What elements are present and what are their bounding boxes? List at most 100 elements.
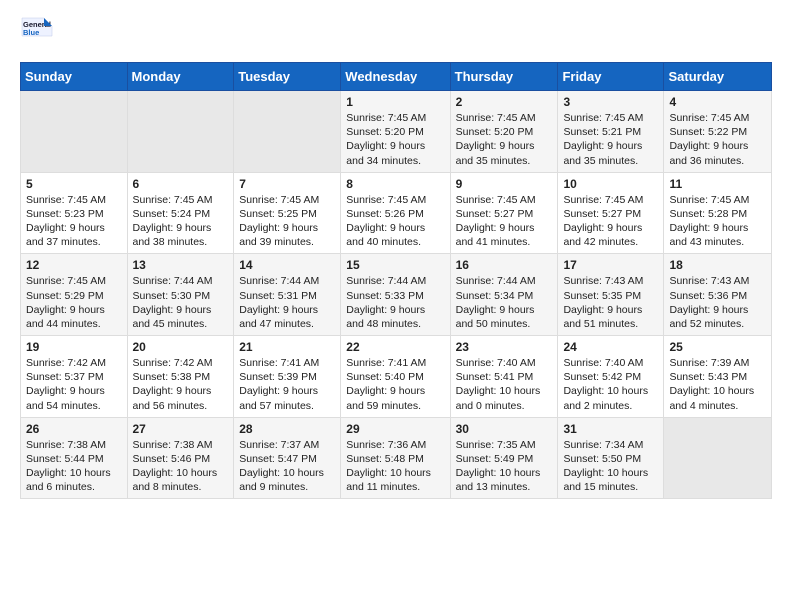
- day-cell: 12 Sunrise: 7:45 AM Sunset: 5:29 PM Dayli…: [21, 254, 128, 336]
- week-row-3: 12 Sunrise: 7:45 AM Sunset: 5:29 PM Dayli…: [21, 254, 772, 336]
- day-cell: 9 Sunrise: 7:45 AM Sunset: 5:27 PM Daylig…: [450, 172, 558, 254]
- day-info: Sunrise: 7:41 AM Sunset: 5:40 PM Dayligh…: [346, 356, 444, 413]
- day-info: Sunrise: 7:39 AM Sunset: 5:43 PM Dayligh…: [669, 356, 766, 413]
- header-cell-thursday: Thursday: [450, 63, 558, 91]
- day-number: 11: [669, 177, 766, 191]
- day-number: 3: [563, 95, 658, 109]
- day-number: 6: [133, 177, 229, 191]
- day-cell: [127, 91, 234, 173]
- day-info: Sunrise: 7:44 AM Sunset: 5:34 PM Dayligh…: [456, 274, 553, 331]
- day-cell: [234, 91, 341, 173]
- logo-svg: General Blue: [20, 16, 56, 52]
- day-info: Sunrise: 7:45 AM Sunset: 5:26 PM Dayligh…: [346, 193, 444, 250]
- day-info: Sunrise: 7:36 AM Sunset: 5:48 PM Dayligh…: [346, 438, 444, 495]
- header-cell-wednesday: Wednesday: [341, 63, 450, 91]
- calendar-table: SundayMondayTuesdayWednesdayThursdayFrid…: [20, 62, 772, 499]
- day-info: Sunrise: 7:38 AM Sunset: 5:44 PM Dayligh…: [26, 438, 122, 495]
- day-number: 20: [133, 340, 229, 354]
- day-number: 8: [346, 177, 444, 191]
- day-number: 23: [456, 340, 553, 354]
- day-number: 16: [456, 258, 553, 272]
- day-info: Sunrise: 7:45 AM Sunset: 5:21 PM Dayligh…: [563, 111, 658, 168]
- day-info: Sunrise: 7:43 AM Sunset: 5:36 PM Dayligh…: [669, 274, 766, 331]
- day-number: 18: [669, 258, 766, 272]
- day-cell: 11 Sunrise: 7:45 AM Sunset: 5:28 PM Dayli…: [664, 172, 772, 254]
- day-cell: 6 Sunrise: 7:45 AM Sunset: 5:24 PM Daylig…: [127, 172, 234, 254]
- day-cell: 29 Sunrise: 7:36 AM Sunset: 5:48 PM Dayli…: [341, 417, 450, 499]
- day-info: Sunrise: 7:45 AM Sunset: 5:20 PM Dayligh…: [346, 111, 444, 168]
- day-cell: 2 Sunrise: 7:45 AM Sunset: 5:20 PM Daylig…: [450, 91, 558, 173]
- day-info: Sunrise: 7:45 AM Sunset: 5:24 PM Dayligh…: [133, 193, 229, 250]
- day-number: 28: [239, 422, 335, 436]
- day-number: 12: [26, 258, 122, 272]
- header-cell-monday: Monday: [127, 63, 234, 91]
- day-number: 21: [239, 340, 335, 354]
- week-row-1: 1 Sunrise: 7:45 AM Sunset: 5:20 PM Daylig…: [21, 91, 772, 173]
- day-number: 30: [456, 422, 553, 436]
- day-number: 5: [26, 177, 122, 191]
- page: General Blue SundayMondayTuesdayWednesda…: [0, 0, 792, 519]
- day-number: 7: [239, 177, 335, 191]
- svg-text:Blue: Blue: [23, 28, 39, 37]
- day-number: 2: [456, 95, 553, 109]
- day-info: Sunrise: 7:45 AM Sunset: 5:23 PM Dayligh…: [26, 193, 122, 250]
- day-number: 14: [239, 258, 335, 272]
- day-cell: 18 Sunrise: 7:43 AM Sunset: 5:36 PM Dayli…: [664, 254, 772, 336]
- day-cell: 17 Sunrise: 7:43 AM Sunset: 5:35 PM Dayli…: [558, 254, 664, 336]
- day-info: Sunrise: 7:38 AM Sunset: 5:46 PM Dayligh…: [133, 438, 229, 495]
- day-info: Sunrise: 7:45 AM Sunset: 5:22 PM Dayligh…: [669, 111, 766, 168]
- day-number: 22: [346, 340, 444, 354]
- day-cell: 13 Sunrise: 7:44 AM Sunset: 5:30 PM Dayli…: [127, 254, 234, 336]
- week-row-2: 5 Sunrise: 7:45 AM Sunset: 5:23 PM Daylig…: [21, 172, 772, 254]
- day-cell: 10Sunrise: 7:45 AM Sunset: 5:27 PM Dayli…: [558, 172, 664, 254]
- day-number: 29: [346, 422, 444, 436]
- day-info: Sunrise: 7:40 AM Sunset: 5:41 PM Dayligh…: [456, 356, 553, 413]
- day-cell: 25 Sunrise: 7:39 AM Sunset: 5:43 PM Dayli…: [664, 336, 772, 418]
- day-info: Sunrise: 7:41 AM Sunset: 5:39 PM Dayligh…: [239, 356, 335, 413]
- day-number: 9: [456, 177, 553, 191]
- day-info: Sunrise: 7:34 AM Sunset: 5:50 PM Dayligh…: [563, 438, 658, 495]
- day-cell: [664, 417, 772, 499]
- day-info: Sunrise: 7:44 AM Sunset: 5:33 PM Dayligh…: [346, 274, 444, 331]
- day-info: Sunrise: 7:45 AM Sunset: 5:27 PM Dayligh…: [456, 193, 553, 250]
- day-info: Sunrise: 7:44 AM Sunset: 5:30 PM Dayligh…: [133, 274, 229, 331]
- day-number: 31: [563, 422, 658, 436]
- day-number: 27: [133, 422, 229, 436]
- header: General Blue: [20, 16, 772, 52]
- day-cell: 3 Sunrise: 7:45 AM Sunset: 5:21 PM Daylig…: [558, 91, 664, 173]
- day-info: Sunrise: 7:35 AM Sunset: 5:49 PM Dayligh…: [456, 438, 553, 495]
- day-info: Sunrise: 7:43 AM Sunset: 5:35 PM Dayligh…: [563, 274, 658, 331]
- day-info: Sunrise: 7:45 AM Sunset: 5:29 PM Dayligh…: [26, 274, 122, 331]
- day-cell: 20 Sunrise: 7:42 AM Sunset: 5:38 PM Dayli…: [127, 336, 234, 418]
- header-cell-saturday: Saturday: [664, 63, 772, 91]
- day-info: Sunrise: 7:45 AM Sunset: 5:27 PM Dayligh…: [563, 193, 658, 250]
- day-cell: 27 Sunrise: 7:38 AM Sunset: 5:46 PM Dayli…: [127, 417, 234, 499]
- header-cell-friday: Friday: [558, 63, 664, 91]
- day-cell: 7 Sunrise: 7:45 AM Sunset: 5:25 PM Daylig…: [234, 172, 341, 254]
- day-number: 17: [563, 258, 658, 272]
- day-cell: 5 Sunrise: 7:45 AM Sunset: 5:23 PM Daylig…: [21, 172, 128, 254]
- day-cell: [21, 91, 128, 173]
- day-number: 19: [26, 340, 122, 354]
- day-number: 1: [346, 95, 444, 109]
- week-row-4: 19Sunrise: 7:42 AM Sunset: 5:37 PM Dayli…: [21, 336, 772, 418]
- day-number: 26: [26, 422, 122, 436]
- day-info: Sunrise: 7:40 AM Sunset: 5:42 PM Dayligh…: [563, 356, 658, 413]
- day-cell: 26 Sunrise: 7:38 AM Sunset: 5:44 PM Dayli…: [21, 417, 128, 499]
- day-info: Sunrise: 7:42 AM Sunset: 5:38 PM Dayligh…: [133, 356, 229, 413]
- day-cell: 23 Sunrise: 7:40 AM Sunset: 5:41 PM Dayli…: [450, 336, 558, 418]
- day-cell: 21 Sunrise: 7:41 AM Sunset: 5:39 PM Dayli…: [234, 336, 341, 418]
- logo: General Blue: [20, 16, 56, 52]
- day-number: 25: [669, 340, 766, 354]
- day-cell: 22 Sunrise: 7:41 AM Sunset: 5:40 PM Dayli…: [341, 336, 450, 418]
- day-cell: 28 Sunrise: 7:37 AM Sunset: 5:47 PM Dayli…: [234, 417, 341, 499]
- day-info: Sunrise: 7:45 AM Sunset: 5:28 PM Dayligh…: [669, 193, 766, 250]
- day-info: Sunrise: 7:44 AM Sunset: 5:31 PM Dayligh…: [239, 274, 335, 331]
- day-cell: 4Sunrise: 7:45 AM Sunset: 5:22 PM Daylig…: [664, 91, 772, 173]
- day-info: Sunrise: 7:37 AM Sunset: 5:47 PM Dayligh…: [239, 438, 335, 495]
- day-number: 13: [133, 258, 229, 272]
- day-info: Sunrise: 7:45 AM Sunset: 5:25 PM Dayligh…: [239, 193, 335, 250]
- day-cell: 8 Sunrise: 7:45 AM Sunset: 5:26 PM Daylig…: [341, 172, 450, 254]
- day-cell: 31 Sunrise: 7:34 AM Sunset: 5:50 PM Dayli…: [558, 417, 664, 499]
- day-info: Sunrise: 7:45 AM Sunset: 5:20 PM Dayligh…: [456, 111, 553, 168]
